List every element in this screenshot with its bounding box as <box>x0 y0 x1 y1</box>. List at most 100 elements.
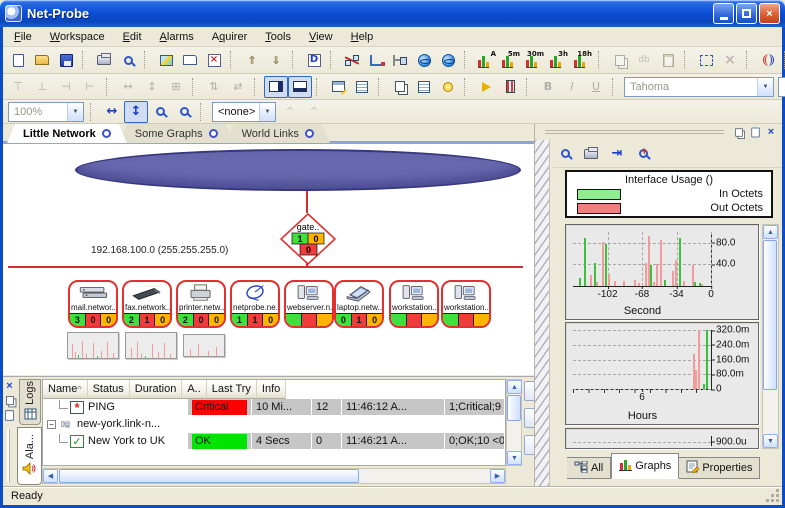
chevron-down-icon[interactable]: ▼ <box>757 78 773 96</box>
center-vertical-button[interactable]: ⇅ <box>202 76 226 98</box>
copy-button[interactable] <box>608 49 632 71</box>
print-graphs-button[interactable] <box>579 143 603 165</box>
panel-tab[interactable]: Properties <box>679 457 760 479</box>
db-copy-button[interactable]: db <box>632 49 656 71</box>
menu-item[interactable]: Help <box>342 29 383 45</box>
snap-grid-button[interactable]: ⊞ <box>164 76 188 98</box>
save-button[interactable] <box>54 49 78 71</box>
link-tree-button[interactable] <box>388 49 412 71</box>
select-region-button[interactable] <box>694 49 718 71</box>
view-form-button[interactable] <box>350 76 374 98</box>
delete-x-button[interactable]: × <box>718 49 742 71</box>
chevron-down-icon[interactable]: ▼ <box>67 103 83 121</box>
image-alarm-button[interactable] <box>154 49 178 71</box>
title-bar[interactable]: Net-Probe × <box>0 0 785 27</box>
gateway-node[interactable]: gate.. 1 0 0 <box>280 213 336 265</box>
close-panel-icon[interactable]: × <box>764 126 778 139</box>
graph-thumbnail[interactable] <box>183 334 225 357</box>
bold-button[interactable]: B <box>536 76 560 98</box>
menu-item[interactable]: File <box>5 29 41 45</box>
minimize-button[interactable] <box>713 3 734 24</box>
database-button[interactable]: D <box>302 49 326 71</box>
preview-report-button[interactable] <box>553 143 577 165</box>
new-folder-button[interactable] <box>178 49 202 71</box>
workspace-tab[interactable]: World Links <box>226 124 330 143</box>
scroll-right-icon[interactable]: ▶ <box>490 469 505 483</box>
align-right-button[interactable]: ⊢ <box>78 76 102 98</box>
scroll-up-icon[interactable]: ▲ <box>763 225 778 239</box>
column-header[interactable]: Duration <box>130 380 183 399</box>
new-document-button[interactable] <box>6 49 30 71</box>
device-node[interactable]: fax.network... 2 1 0 <box>122 280 172 328</box>
show-right-panel-button[interactable] <box>264 76 288 98</box>
restore-panel-icon[interactable] <box>748 126 762 139</box>
show-tips-button[interactable] <box>436 76 460 98</box>
italic-button[interactable]: I <box>560 76 584 98</box>
fit-interval-button[interactable]: ⇥ <box>605 143 629 165</box>
font-size-combo[interactable]: 11▼ <box>778 77 785 97</box>
scrollbar-thumb[interactable] <box>59 469 359 483</box>
fit-height-button[interactable]: ↕ <box>124 101 148 123</box>
layer-combo[interactable]: <none>▼ <box>212 102 276 122</box>
device-node[interactable]: mail.networ.. 3 0 0 <box>68 280 118 328</box>
alarm-sound-button[interactable] <box>756 49 780 71</box>
column-header[interactable]: Last Try <box>207 380 257 399</box>
menu-item[interactable]: Alarms <box>151 29 203 45</box>
zoom-out-button[interactable] <box>172 101 196 123</box>
scrollbar-thumb[interactable] <box>507 395 521 421</box>
bring-front-button[interactable] <box>388 76 412 98</box>
column-header[interactable]: Status <box>88 380 130 399</box>
align-bottom-button[interactable]: ⊥ <box>30 76 54 98</box>
chevron-down-icon[interactable]: ▼ <box>259 103 275 121</box>
center-horizontal-button[interactable]: ⇄ <box>226 76 250 98</box>
view-log-button[interactable] <box>412 76 436 98</box>
panel-tab[interactable]: Ala... <box>17 427 42 485</box>
align-top-button[interactable]: ⊤ <box>6 76 30 98</box>
world-links-button[interactable] <box>412 49 436 71</box>
underline-button[interactable]: U <box>584 76 608 98</box>
panel-drag-grip[interactable] <box>545 130 724 134</box>
device-node[interactable]: webserver.n.. <box>284 280 334 328</box>
scroll-down-icon[interactable]: ▼ <box>763 434 778 448</box>
same-width-button[interactable]: ↔ <box>116 76 140 98</box>
tree-expander[interactable]: − <box>47 420 56 429</box>
table-vertical-scrollbar[interactable]: ▲ ▼ <box>506 379 522 466</box>
zoom-interval-button[interactable] <box>631 143 655 165</box>
scroll-down-icon[interactable]: ▼ <box>507 451 522 465</box>
resize-grip[interactable] <box>768 491 781 504</box>
menu-item[interactable]: Edit <box>114 29 151 45</box>
print-preview-button[interactable] <box>116 49 140 71</box>
panel-tab[interactable]: All <box>567 457 611 479</box>
workspace-tab[interactable]: Some Graphs <box>119 124 234 143</box>
table-row[interactable]: * PING Critical 10 Mi... 12 11:46:12 A..… <box>43 399 505 416</box>
column-header[interactable]: Name^ <box>43 380 88 399</box>
float-panel-icon[interactable] <box>4 395 15 406</box>
graph-thumbnail[interactable] <box>125 332 177 359</box>
font-name-combo[interactable]: Tahoma▼ <box>624 77 774 97</box>
link-polyline-button[interactable] <box>364 49 388 71</box>
graph-thumbnail[interactable] <box>67 332 119 359</box>
paste-button[interactable] <box>656 49 680 71</box>
menu-item[interactable]: Tools <box>256 29 300 45</box>
alarm-volume-button[interactable] <box>498 76 522 98</box>
close-panel-icon[interactable]: × <box>4 380 15 391</box>
panel-grip[interactable] <box>7 429 12 482</box>
export-item-button[interactable]: ⇑ <box>240 49 264 71</box>
column-header[interactable]: A.. <box>182 380 206 399</box>
maximize-button[interactable] <box>736 3 757 24</box>
graphs-panel-header[interactable]: × <box>535 124 782 140</box>
chart-3h-button[interactable]: 3h <box>546 49 570 71</box>
align-left-button[interactable]: ⊣ <box>54 76 78 98</box>
device-node[interactable]: printer.netw.. 2 0 0 <box>176 280 226 328</box>
collapse-all-button[interactable]: ^ <box>278 101 302 123</box>
workspace-tab[interactable]: Little Network <box>7 124 127 143</box>
close-button[interactable]: × <box>759 3 780 24</box>
menu-item[interactable]: Aquirer <box>203 29 256 45</box>
world-search-button[interactable] <box>436 49 460 71</box>
import-item-button[interactable]: ⇓ <box>264 49 288 71</box>
column-header[interactable]: Info <box>257 380 286 399</box>
map-canvas[interactable]: gate.. 1 0 0 192.168.100.0 (255.255.255.… <box>3 143 534 374</box>
dock-panel-icon[interactable] <box>4 410 15 421</box>
chart-30m-button[interactable]: 30m <box>522 49 546 71</box>
scroll-up-icon[interactable]: ▲ <box>507 380 522 394</box>
